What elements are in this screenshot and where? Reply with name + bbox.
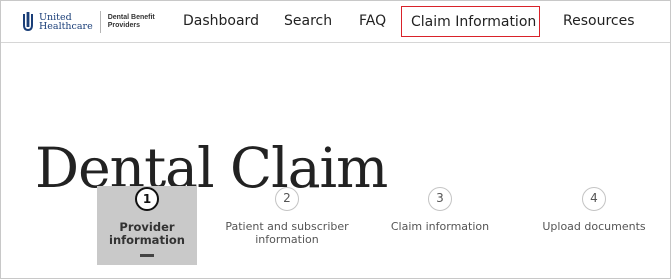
step-upload-documents[interactable]: 4 Upload documents	[531, 186, 657, 233]
step-label: Provider information	[109, 220, 185, 247]
step-number: 2	[275, 187, 299, 211]
nav-faq[interactable]: FAQ	[359, 1, 386, 42]
top-header: United Healthcare Dental Benefit Provide…	[1, 1, 670, 43]
step-label: Patient and subscriber information	[225, 220, 349, 246]
step-number: 1	[135, 187, 159, 211]
nav-search[interactable]: Search	[284, 1, 332, 42]
nav-dashboard[interactable]: Dashboard	[183, 1, 259, 42]
step-number: 4	[582, 187, 606, 211]
step-patient-subscriber[interactable]: 2 Patient and subscriber information	[214, 186, 360, 246]
step-number: 3	[428, 187, 452, 211]
main-nav: Dashboard Search FAQ Claim Information R…	[1, 1, 670, 42]
page-frame: United Healthcare Dental Benefit Provide…	[0, 0, 671, 279]
step-label: Upload documents	[542, 220, 646, 233]
nav-resources[interactable]: Resources	[563, 1, 635, 42]
step-label: Claim information	[390, 220, 490, 233]
step-provider-information[interactable]: 1 Provider information	[97, 186, 197, 265]
current-step-marker	[140, 254, 154, 257]
nav-claim-information[interactable]: Claim Information	[401, 6, 540, 37]
step-claim-information[interactable]: 3 Claim information	[376, 186, 504, 233]
